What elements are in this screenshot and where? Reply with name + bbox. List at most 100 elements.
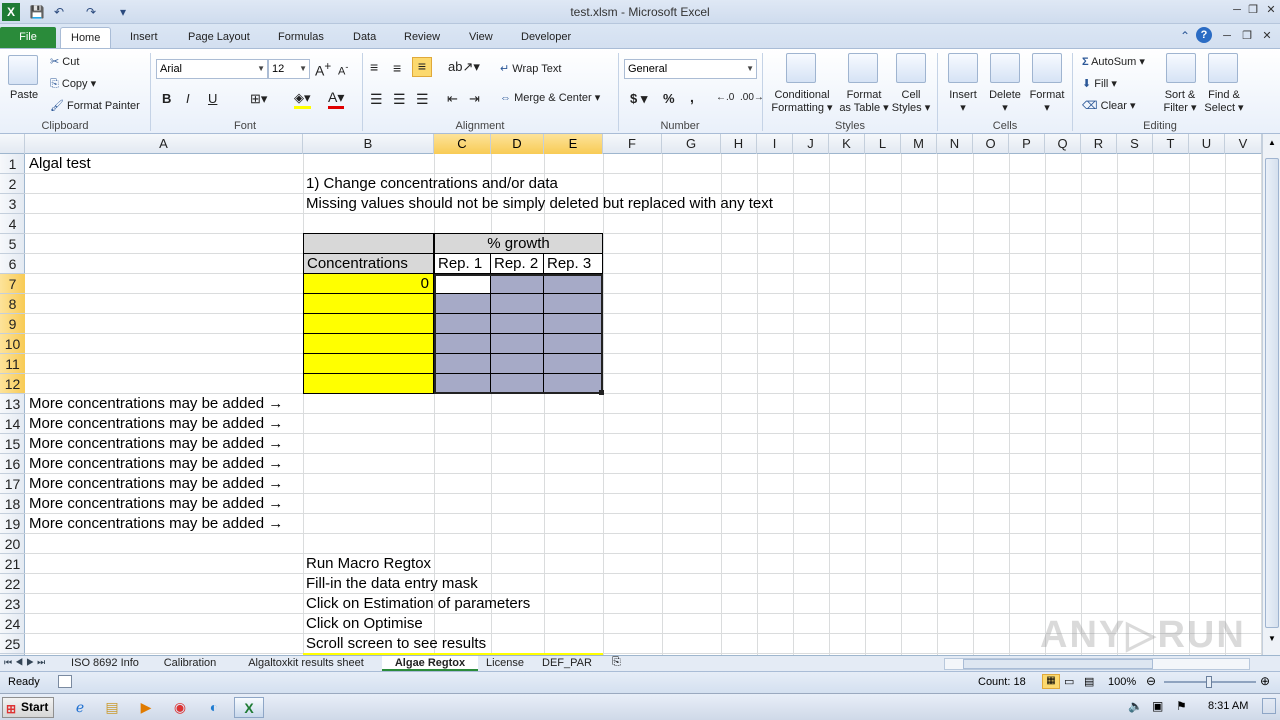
cell-a17[interactable]: More concentrations may be added → bbox=[26, 474, 283, 494]
tab-file[interactable]: File bbox=[0, 27, 56, 48]
sheet-tab[interactable]: Calibration bbox=[154, 656, 226, 671]
font-size-select[interactable]: 12 ▼ bbox=[268, 59, 310, 79]
percent-button[interactable]: % bbox=[663, 91, 675, 106]
row-header[interactable]: 19 bbox=[0, 514, 25, 534]
font-name-select[interactable]: Arial ▼ bbox=[156, 59, 268, 79]
align-center-icon[interactable]: ☰ bbox=[393, 91, 406, 108]
close-button[interactable]: ✕ bbox=[1262, 2, 1280, 18]
cell-b12[interactable] bbox=[303, 374, 434, 394]
cell-a18[interactable]: More concentrations may be added → bbox=[26, 494, 283, 514]
row-header[interactable]: 3 bbox=[0, 194, 25, 214]
zoom-level[interactable]: 100% bbox=[1108, 676, 1136, 688]
tab-formulas[interactable]: Formulas bbox=[268, 27, 334, 48]
insert-sheet-icon[interactable]: ⎘ bbox=[612, 656, 621, 669]
sheet-tab[interactable]: License bbox=[480, 656, 530, 671]
row-header[interactable]: 5 bbox=[0, 234, 25, 254]
row-header[interactable]: 24 bbox=[0, 614, 25, 634]
comma-button[interactable]: , bbox=[690, 89, 694, 105]
page-break-view-icon[interactable]: ▤ bbox=[1084, 675, 1094, 688]
cell-b22[interactable]: Fill-in the data entry mask bbox=[303, 574, 478, 594]
rep3-header[interactable]: Rep. 3 bbox=[544, 254, 603, 274]
column-header-h[interactable]: H bbox=[721, 134, 757, 154]
help-icon[interactable]: ? bbox=[1196, 27, 1212, 43]
find-select-icon[interactable] bbox=[1208, 53, 1238, 83]
column-header-r[interactable]: R bbox=[1081, 134, 1117, 154]
workbook-minimize-button[interactable]: ─ bbox=[1218, 28, 1236, 44]
workbook-restore-button[interactable]: ❐ bbox=[1238, 28, 1256, 44]
cell-a14[interactable]: More concentrations may be added → bbox=[26, 414, 283, 434]
network-icon[interactable]: ▣ bbox=[1152, 699, 1163, 713]
column-header-o[interactable]: O bbox=[973, 134, 1009, 154]
select-all-corner[interactable] bbox=[0, 134, 25, 154]
row-header[interactable]: 7 bbox=[0, 274, 25, 294]
cell-b9[interactable] bbox=[303, 314, 434, 334]
column-header-m[interactable]: M bbox=[901, 134, 937, 154]
column-header-t[interactable]: T bbox=[1153, 134, 1189, 154]
delete-cells-button[interactable]: Delete ▾ bbox=[986, 89, 1024, 114]
conditional-formatting-button[interactable]: Conditional Formatting ▾ bbox=[770, 89, 834, 114]
column-header-k[interactable]: K bbox=[829, 134, 865, 154]
increase-indent-icon[interactable]: ⇥ bbox=[469, 91, 480, 107]
tab-view[interactable]: View bbox=[459, 27, 503, 48]
tab-insert[interactable]: Insert bbox=[120, 27, 168, 48]
row-header[interactable]: 11 bbox=[0, 354, 25, 374]
delete-cells-icon[interactable] bbox=[990, 53, 1020, 83]
h-scroll-thumb[interactable] bbox=[963, 659, 1153, 669]
decrease-decimal-icon[interactable]: .00→ bbox=[740, 92, 764, 103]
currency-button[interactable]: $ ▾ bbox=[630, 91, 647, 107]
cell-a13[interactable]: More concentrations may be added → bbox=[26, 394, 283, 414]
concentrations-header[interactable]: Concentrations bbox=[303, 254, 434, 274]
insert-cells-icon[interactable] bbox=[948, 53, 978, 83]
flag-icon[interactable]: ⚑ bbox=[1176, 699, 1187, 713]
sheet-tab[interactable]: DEF_PAR bbox=[536, 656, 598, 671]
sort-filter-button[interactable]: Sort & Filter ▾ bbox=[1158, 89, 1202, 114]
cell-b5[interactable] bbox=[303, 233, 434, 254]
ribbon-minimize-icon[interactable]: ⌃ bbox=[1180, 29, 1190, 43]
column-header-e[interactable]: E bbox=[544, 134, 603, 154]
tab-developer[interactable]: Developer bbox=[511, 27, 581, 48]
data-entry-range[interactable] bbox=[434, 274, 604, 395]
row-header[interactable]: 10 bbox=[0, 334, 25, 354]
column-header-p[interactable]: P bbox=[1009, 134, 1045, 154]
cell-a15[interactable]: More concentrations may be added → bbox=[26, 434, 283, 454]
cell-b2[interactable]: 1) Change concentrations and/or data bbox=[303, 174, 558, 194]
page-layout-view-icon[interactable]: ▭ bbox=[1064, 675, 1074, 688]
row-header[interactable]: 1 bbox=[0, 154, 25, 174]
maximize-button[interactable]: ❐ bbox=[1244, 2, 1262, 18]
clear-button[interactable]: ⌫ Clear ▾ bbox=[1082, 99, 1136, 112]
format-as-table-icon[interactable] bbox=[848, 53, 878, 83]
vertical-scrollbar[interactable]: ▲ ▼ bbox=[1262, 134, 1280, 655]
cell-b25[interactable]: Scroll screen to see results bbox=[303, 634, 486, 654]
decrease-indent-icon[interactable]: ⇤ bbox=[447, 91, 458, 107]
column-header-d[interactable]: D bbox=[491, 134, 544, 154]
rep1-header[interactable]: Rep. 1 bbox=[434, 254, 491, 274]
row-header[interactable]: 9 bbox=[0, 314, 25, 334]
folder-icon[interactable]: ▤ bbox=[100, 697, 124, 718]
column-header-q[interactable]: Q bbox=[1045, 134, 1081, 154]
autosum-button[interactable]: Σ AutoSum ▾ bbox=[1082, 55, 1145, 68]
fill-handle[interactable] bbox=[599, 390, 604, 395]
chrome-icon[interactable]: ◉ bbox=[168, 697, 192, 718]
normal-view-icon[interactable]: ▦ bbox=[1042, 674, 1060, 689]
row-header[interactable]: 13 bbox=[0, 394, 25, 414]
rep2-header[interactable]: Rep. 2 bbox=[491, 254, 544, 274]
workbook-close-button[interactable]: ✕ bbox=[1258, 28, 1276, 44]
cell-b24[interactable]: Click on Optimise bbox=[303, 614, 423, 634]
cell-a1[interactable]: Algal test bbox=[26, 154, 91, 174]
tab-data[interactable]: Data bbox=[343, 27, 386, 48]
worksheet-grid[interactable]: Algal test 1) Change concentrations and/… bbox=[25, 154, 1262, 655]
align-left-icon[interactable]: ☰ bbox=[370, 91, 383, 108]
show-desktop-button[interactable] bbox=[1262, 698, 1276, 714]
align-top-icon[interactable]: ≡ bbox=[370, 59, 378, 75]
cell-styles-button[interactable]: Cell Styles ▾ bbox=[890, 89, 932, 114]
sheet-nav-icon[interactable]: ⏮◀▶⏭ bbox=[4, 657, 48, 668]
row-header[interactable]: 4 bbox=[0, 214, 25, 234]
shrink-font-icon[interactable]: A- bbox=[338, 62, 348, 78]
cut-button[interactable]: ✂ Cut bbox=[50, 55, 79, 68]
insert-cells-button[interactable]: Insert ▾ bbox=[946, 89, 980, 114]
italic-button[interactable]: I bbox=[186, 91, 190, 106]
row-header[interactable]: 22 bbox=[0, 574, 25, 594]
volume-icon[interactable]: 🔈 bbox=[1128, 699, 1143, 713]
tab-review[interactable]: Review bbox=[394, 27, 450, 48]
wrap-text-button[interactable]: ↵ Wrap Text bbox=[500, 62, 561, 75]
